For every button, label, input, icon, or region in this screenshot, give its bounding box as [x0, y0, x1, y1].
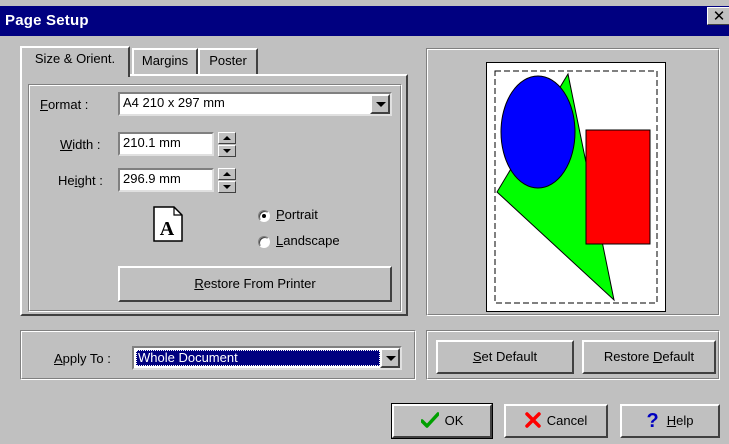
- width-spinner[interactable]: [218, 132, 236, 157]
- page-setup-dialog: Page Setup ✕ Size & Orient. Margins Post…: [0, 0, 729, 444]
- spin-up-icon[interactable]: [218, 168, 236, 180]
- check-icon: [419, 412, 440, 428]
- preview-rectangle: [585, 129, 651, 245]
- width-input[interactable]: 210.1 mm: [118, 132, 214, 156]
- help-button[interactable]: ? Help: [620, 404, 720, 438]
- question-mark-icon: ?: [646, 410, 659, 432]
- cancel-button[interactable]: Cancel: [504, 404, 608, 438]
- apply-to-dropdown-button[interactable]: [380, 348, 400, 368]
- dialog-title: Page Setup: [5, 12, 89, 29]
- width-value: 210.1 mm: [123, 135, 181, 150]
- spin-down-icon[interactable]: [218, 145, 236, 157]
- spin-up-icon[interactable]: [218, 132, 236, 144]
- title-bar[interactable]: Page Setup: [0, 6, 729, 36]
- format-dropdown-button[interactable]: [370, 94, 390, 114]
- apply-to-label: Apply To :: [54, 351, 111, 366]
- apply-to-value: Whole Document: [136, 350, 380, 366]
- tab-label: Size & Orient.: [34, 51, 116, 66]
- tab-label: Poster: [209, 53, 247, 68]
- page-preview: [486, 62, 666, 312]
- restore-from-printer-button[interactable]: Restore From Printer: [118, 266, 392, 302]
- landscape-radio[interactable]: [258, 236, 270, 248]
- tab-margins[interactable]: Margins: [132, 48, 198, 74]
- height-value: 296.9 mm: [123, 171, 181, 186]
- landscape-label[interactable]: Landscape: [276, 233, 340, 248]
- close-button[interactable]: ✕: [707, 7, 729, 25]
- spin-down-icon[interactable]: [218, 181, 236, 193]
- portrait-radio[interactable]: [258, 210, 270, 222]
- ok-button[interactable]: OK: [391, 403, 493, 439]
- close-icon: ✕: [712, 8, 726, 25]
- format-select[interactable]: A4 210 x 297 mm: [118, 92, 392, 116]
- height-label: Height :: [58, 173, 103, 188]
- tab-size-orient[interactable]: Size & Orient.: [20, 46, 130, 77]
- height-input[interactable]: 296.9 mm: [118, 168, 214, 192]
- set-default-button[interactable]: Set Default: [436, 340, 574, 374]
- preview-circle: [500, 75, 576, 189]
- svg-text:A: A: [160, 218, 175, 240]
- tab-label: Margins: [141, 53, 189, 68]
- x-icon: [525, 412, 541, 428]
- height-spinner[interactable]: [218, 168, 236, 193]
- portrait-page-icon: A: [153, 206, 183, 242]
- width-label: Width :: [60, 137, 101, 152]
- format-value: A4 210 x 297 mm: [123, 95, 225, 110]
- apply-to-select[interactable]: Whole Document: [132, 346, 402, 370]
- restore-default-button[interactable]: Restore Default: [582, 340, 716, 374]
- tab-poster[interactable]: Poster: [198, 48, 258, 74]
- format-label: Format :: [40, 97, 89, 112]
- portrait-label[interactable]: Portrait: [276, 207, 318, 222]
